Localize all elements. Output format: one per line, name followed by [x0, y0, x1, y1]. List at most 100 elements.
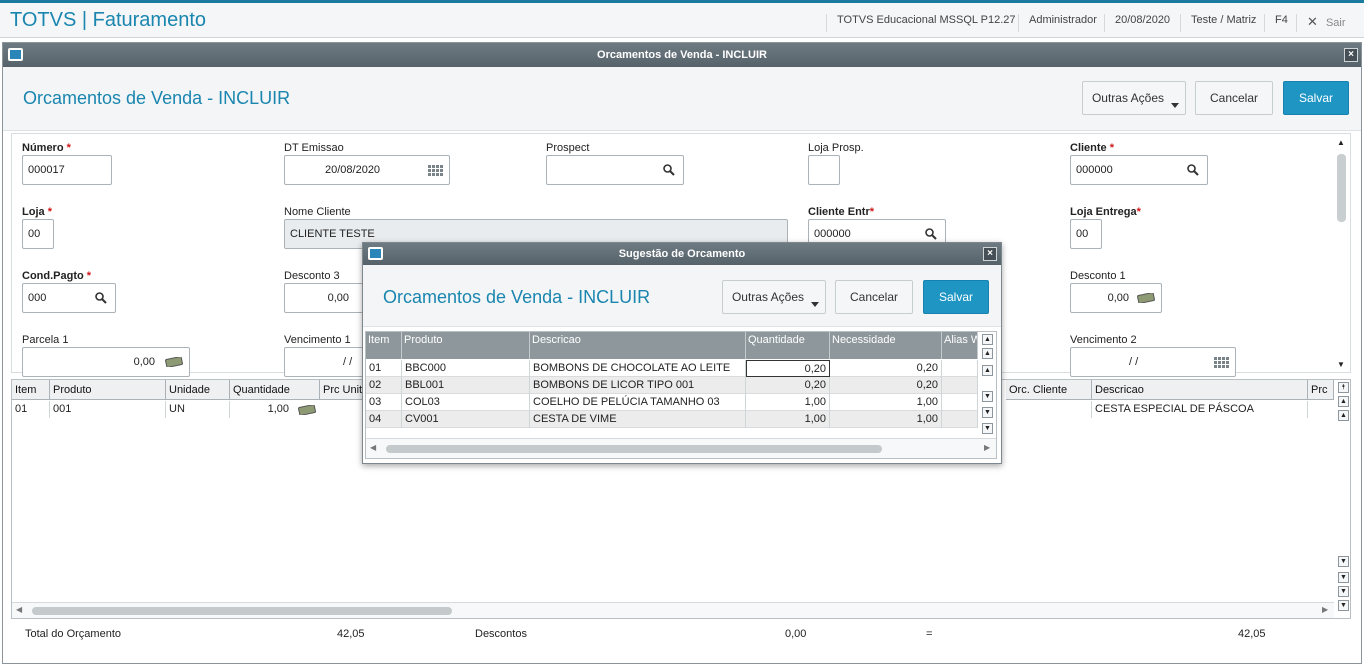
- money-icon[interactable]: [165, 357, 183, 367]
- cell-necessidade: 0,20: [830, 360, 942, 377]
- cell-alias: [942, 394, 978, 411]
- col-prc-header[interactable]: Prc: [1308, 380, 1334, 400]
- page-title: Orcamentos de Venda - INCLUIR: [23, 88, 291, 108]
- prospect-field[interactable]: [546, 155, 684, 185]
- cell-produto: BBC000: [402, 360, 530, 377]
- scroll-top-icon[interactable]: ⯭: [1338, 382, 1349, 393]
- scroll-up-icon[interactable]: ▲: [982, 365, 993, 376]
- loja-entrega-field[interactable]: 00: [1070, 219, 1102, 249]
- scroll-bottom-icon[interactable]: ▼: [982, 423, 993, 434]
- exit-button[interactable]: ✕ Sair: [1296, 14, 1358, 32]
- cell-orc-cliente: [1006, 401, 1092, 418]
- final-total-value: 42,05: [1238, 628, 1266, 640]
- scroll-down-icon[interactable]: ▼: [1338, 556, 1349, 567]
- cliente-entr-label: Cliente Entr*: [808, 206, 875, 218]
- scroll-end-icon[interactable]: ▼: [1338, 600, 1349, 611]
- scroll-down-icon[interactable]: ▼: [1337, 360, 1345, 369]
- col-unidade-header[interactable]: Unidade: [166, 380, 230, 400]
- col-alias-header[interactable]: Alias W: [942, 332, 978, 359]
- suggestion-hscrollbar[interactable]: ◀ ▶: [366, 438, 996, 458]
- col-descricao-header[interactable]: Descricao: [1092, 380, 1308, 400]
- hscroll-thumb[interactable]: [32, 607, 452, 615]
- dt-emissao-label: DT Emissao: [284, 142, 344, 154]
- total-value: 42,05: [337, 628, 365, 640]
- table-row[interactable]: 04 CV001 CESTA DE VIME 1,00 1,00: [366, 411, 978, 428]
- scroll-top-icon[interactable]: ▲: [982, 334, 993, 345]
- desconto1-field[interactable]: 0,00: [1070, 283, 1162, 313]
- nome-cliente-label: Nome Cliente: [284, 206, 351, 218]
- dialog-cancel-button[interactable]: Cancelar: [835, 280, 913, 314]
- cond-pagto-field[interactable]: 000: [22, 283, 116, 313]
- calendar-icon[interactable]: [1214, 357, 1229, 368]
- cliente-field[interactable]: 000000: [1070, 155, 1208, 185]
- dt-emissao-field[interactable]: 20/08/2020: [284, 155, 450, 185]
- window-close-button[interactable]: ×: [1344, 48, 1358, 62]
- cell-quantidade[interactable]: 1,00: [746, 394, 830, 411]
- scroll-up-icon[interactable]: ▲: [1338, 410, 1349, 421]
- col-produto-header[interactable]: Produto: [402, 332, 530, 359]
- dialog-titlebar: Sugestão de Orcamento ×: [363, 243, 1001, 265]
- money-icon[interactable]: [1137, 293, 1155, 303]
- dialog-header: Orcamentos de Venda - INCLUIR Outras Açõ…: [363, 265, 1001, 327]
- dialog-close-button[interactable]: ×: [983, 247, 997, 261]
- table-row[interactable]: 03 COL03 COELHO DE PELÚCIA TAMANHO 03 1,00 1…: [366, 394, 978, 411]
- numero-field[interactable]: 000017: [22, 155, 112, 185]
- dialog-more-actions-button[interactable]: Outras Ações: [722, 280, 826, 314]
- scroll-left-icon[interactable]: ◀: [370, 443, 376, 452]
- scroll-up-icon[interactable]: ▲: [1337, 138, 1345, 147]
- window-icon: [368, 247, 383, 260]
- table-row[interactable]: 02 BBL001 BOMBONS DE LICOR TIPO 001 0,20 0,2…: [366, 377, 978, 394]
- loja-prosp-field[interactable]: [808, 155, 840, 185]
- top-bar: TOTVS | Faturamento TOTVS Educacional MS…: [0, 0, 1364, 38]
- cell-quantidade[interactable]: 0,20: [746, 377, 830, 394]
- vencimento2-field[interactable]: / /: [1070, 347, 1236, 377]
- search-icon[interactable]: [663, 164, 675, 176]
- scroll-right-icon[interactable]: ▶: [984, 443, 990, 452]
- search-icon[interactable]: [1187, 164, 1199, 176]
- scroll-thumb[interactable]: [1337, 154, 1346, 222]
- col-item-header[interactable]: Item: [12, 380, 50, 400]
- cell-produto: COL03: [402, 394, 530, 411]
- loja-field[interactable]: 00: [22, 219, 54, 249]
- cell-quantidade[interactable]: 1,00: [746, 411, 830, 428]
- suggestion-grid: Item Produto Descricao Quantidade Necess…: [365, 331, 997, 459]
- scroll-left-icon[interactable]: ◀: [16, 605, 22, 614]
- scroll-bottom-icon[interactable]: ▼: [1338, 586, 1349, 597]
- col-produto-header[interactable]: Produto: [50, 380, 166, 400]
- desconto3-field[interactable]: 0,00: [284, 283, 374, 313]
- shortcut-f4[interactable]: F4: [1264, 14, 1296, 32]
- desconto1-label: Desconto 1: [1070, 270, 1126, 282]
- cell-quantidade[interactable]: 0,20: [746, 360, 830, 377]
- scroll-page-down-icon[interactable]: ▼: [1338, 572, 1349, 583]
- money-icon[interactable]: [298, 405, 316, 415]
- col-quantidade-header[interactable]: Quantidade: [230, 380, 320, 400]
- scroll-page-down-icon[interactable]: ▼: [982, 407, 993, 418]
- col-orc-cliente-header[interactable]: Orc. Cliente: [1006, 380, 1092, 400]
- col-necessidade-header[interactable]: Necessidade: [830, 332, 942, 359]
- col-item-header[interactable]: Item: [366, 332, 402, 359]
- search-icon[interactable]: [925, 228, 937, 240]
- form-scrollbar[interactable]: ▲ ▼: [1336, 138, 1348, 370]
- col-quantidade-header[interactable]: Quantidade: [746, 332, 830, 359]
- dialog-save-button[interactable]: Salvar: [923, 280, 989, 314]
- scroll-page-up-icon[interactable]: ▲: [1338, 396, 1349, 407]
- vencimento1-field[interactable]: / /: [284, 347, 374, 377]
- vencimento2-label: Vencimento 2: [1070, 334, 1137, 346]
- search-icon[interactable]: [95, 292, 107, 304]
- items-hscrollbar[interactable]: ◀ ▶: [12, 602, 1334, 618]
- scroll-page-up-icon[interactable]: ▲: [982, 348, 993, 359]
- cancel-button[interactable]: Cancelar: [1195, 81, 1273, 115]
- table-row[interactable]: 01 BBC000 BOMBONS DE CHOCOLATE AO LEITE 0,2…: [366, 360, 978, 377]
- col-descricao-header[interactable]: Descricao: [530, 332, 746, 359]
- save-button[interactable]: Salvar: [1283, 81, 1349, 115]
- scroll-right-icon[interactable]: ▶: [1322, 605, 1328, 614]
- calendar-icon[interactable]: [428, 165, 443, 176]
- hscroll-thumb[interactable]: [386, 445, 882, 453]
- numero-label: Número *: [22, 142, 71, 154]
- branch-info[interactable]: Teste / Matriz: [1180, 14, 1264, 32]
- dialog-title: Sugestão de Orcamento: [618, 248, 746, 260]
- more-actions-button[interactable]: Outras Ações: [1082, 81, 1186, 115]
- parcela1-field[interactable]: 0,00: [22, 347, 190, 377]
- scroll-down-icon[interactable]: ▼: [982, 391, 993, 402]
- cell-item: 01: [366, 360, 402, 377]
